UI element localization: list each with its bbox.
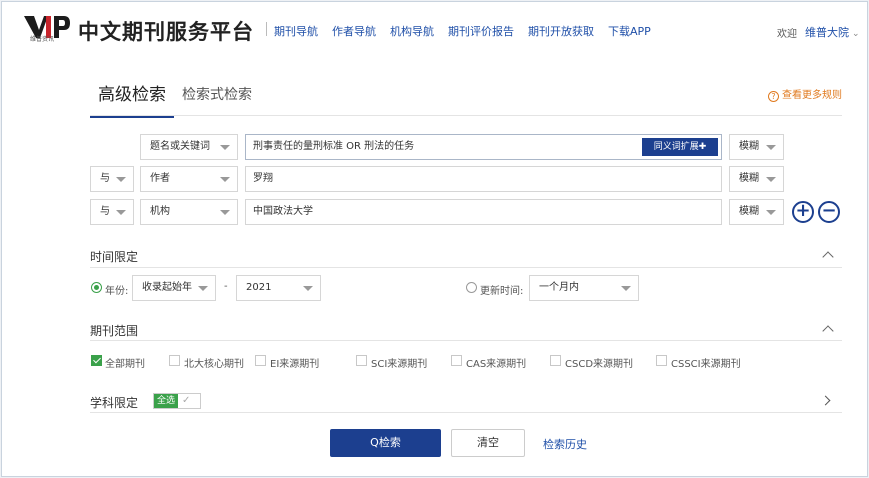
field-select-1[interactable]: 题名或关键词 [140, 134, 238, 160]
nav-institution[interactable]: 机构导航 [390, 23, 434, 39]
top-header: 维普资讯 中文期刊服务平台 期刊导航 作者导航 机构导航 期刊评价报告 期刊开放… [2, 2, 867, 60]
checkbox-cscd-label[interactable]: CSCD来源期刊 [565, 355, 633, 370]
match-select-3-value: 模糊 [739, 206, 759, 217]
match-select-2[interactable]: 模糊 [729, 166, 784, 192]
checkbox-pku-core[interactable] [169, 355, 180, 366]
checkbox-cssci[interactable] [656, 355, 667, 366]
bool-select-2-value: 与 [100, 173, 110, 184]
year-to-value: 2021 [246, 282, 272, 293]
search-input-3-value: 中国政法大学 [253, 206, 313, 217]
advanced-search-panel: 高级检索 检索式检索 ? 查看更多规则 题名或关键词 刑事责任的量刑标准 OR 刑… [2, 60, 867, 476]
match-select-1-value: 模糊 [739, 141, 759, 152]
check-icon: ✓ [182, 395, 191, 406]
bool-select-3-value: 与 [100, 206, 110, 217]
checkbox-cssci-label[interactable]: CSSCI来源期刊 [671, 355, 741, 370]
year-radio[interactable] [91, 282, 102, 293]
checkbox-pku-core-label[interactable]: 北大核心期刊 [184, 355, 244, 370]
checkbox-sci-label[interactable]: SCI来源期刊 [371, 355, 427, 370]
divider [90, 412, 842, 413]
tab-advanced-search[interactable]: 高级检索 [90, 80, 174, 118]
user-menu[interactable]: 维普大院 ⌄ [805, 24, 860, 40]
chevron-down-icon [766, 177, 776, 182]
user-name: 维普大院 [805, 26, 849, 39]
year-label: 年份: [105, 286, 129, 297]
nav-divider [266, 22, 267, 36]
year-range-dash: - [224, 281, 228, 292]
chevron-down-icon [116, 210, 126, 215]
add-row-button[interactable]: + [792, 201, 814, 223]
site-title[interactable]: 中文期刊服务平台 [78, 16, 254, 46]
select-all-label: 全选 [154, 394, 178, 408]
synonym-expand-button[interactable]: 同义词扩展✚ [642, 138, 718, 156]
checkbox-ei-label[interactable]: EI来源期刊 [270, 355, 319, 370]
nav-author[interactable]: 作者导航 [332, 23, 376, 39]
update-time-label: 更新时间: [480, 286, 524, 297]
chevron-down-icon [621, 286, 631, 291]
question-icon: ? [768, 91, 779, 102]
clear-button[interactable]: 清空 [451, 429, 525, 457]
chevron-down-icon [766, 145, 776, 150]
year-to-select[interactable]: 2021 [236, 275, 321, 301]
search-tabs: 高级检索 检索式检索 ? 查看更多规则 [90, 76, 842, 118]
search-input-2-value: 罗翔 [253, 173, 273, 184]
app-window: 维普资讯 中文期刊服务平台 期刊导航 作者导航 机构导航 期刊评价报告 期刊开放… [1, 1, 868, 477]
chevron-up-icon[interactable] [822, 325, 834, 337]
more-rules-label: 查看更多规则 [782, 90, 842, 101]
chevron-down-icon [303, 286, 313, 291]
nav-open-access[interactable]: 期刊开放获取 [528, 23, 594, 39]
nav-journal[interactable]: 期刊导航 [274, 23, 318, 39]
remove-row-button[interactable]: − [818, 201, 840, 223]
field-select-3-value: 机构 [150, 206, 170, 217]
search-button[interactable]: Q检索 [330, 429, 441, 457]
divider [90, 340, 842, 341]
search-input-2[interactable]: 罗翔 [245, 166, 722, 192]
chevron-down-icon [198, 286, 208, 291]
checkbox-cscd[interactable] [550, 355, 561, 366]
checkbox-sci[interactable] [356, 355, 367, 366]
update-time-radio[interactable] [466, 282, 477, 293]
nav-evaluation-report[interactable]: 期刊评价报告 [448, 23, 514, 39]
search-input-3[interactable]: 中国政法大学 [245, 199, 722, 225]
journal-section-title: 期刊范围 [90, 324, 139, 338]
tab-expression-search[interactable]: 检索式检索 [182, 84, 252, 104]
bool-select-3[interactable]: 与 [90, 199, 134, 225]
chevron-down-icon [220, 177, 230, 182]
search-history-link[interactable]: 检索历史 [543, 436, 587, 452]
chevron-right-icon[interactable] [820, 395, 831, 406]
subject-select-all-toggle[interactable]: 全选 ✓ [153, 393, 201, 409]
more-rules-link[interactable]: ? 查看更多规则 [768, 86, 842, 102]
chevron-up-icon[interactable] [822, 251, 834, 263]
field-select-1-value: 题名或关键词 [150, 141, 210, 152]
chevron-down-icon [220, 210, 230, 215]
chevron-down-icon [116, 177, 126, 182]
checkbox-all-journals-label[interactable]: 全部期刊 [105, 355, 145, 370]
checkbox-cas[interactable] [451, 355, 462, 366]
search-input-1-value: 刑事责任的量刑标准 OR 刑法的任务 [253, 141, 415, 152]
search-input-1[interactable]: 刑事责任的量刑标准 OR 刑法的任务 同义词扩展✚ [245, 134, 722, 160]
checkbox-cas-label[interactable]: CAS来源期刊 [466, 355, 526, 370]
chevron-down-icon [766, 210, 776, 215]
checkbox-all-journals[interactable] [91, 355, 102, 366]
field-select-2-value: 作者 [150, 173, 170, 184]
checkbox-ei[interactable] [255, 355, 266, 366]
match-select-3[interactable]: 模糊 [729, 199, 784, 225]
chevron-down-icon [220, 145, 230, 150]
nav-download-app[interactable]: 下载APP [608, 23, 651, 39]
chevron-down-icon: ⌄ [852, 29, 860, 39]
subject-section-title: 学科限定 [90, 396, 139, 410]
match-select-2-value: 模糊 [739, 173, 759, 184]
field-select-2[interactable]: 作者 [140, 166, 238, 192]
bool-select-2[interactable]: 与 [90, 166, 134, 192]
year-from-value: 收录起始年 [142, 282, 192, 293]
welcome-text: 欢迎 [777, 29, 797, 40]
main-nav: 期刊导航 作者导航 机构导航 期刊评价报告 期刊开放获取 下载APP [274, 23, 665, 39]
match-select-1[interactable]: 模糊 [729, 134, 784, 160]
year-from-select[interactable]: 收录起始年 [132, 275, 216, 301]
update-time-value: 一个月内 [539, 282, 579, 293]
logo-subtitle: 维普资讯 [30, 36, 55, 43]
update-time-select[interactable]: 一个月内 [529, 275, 639, 301]
divider [90, 267, 842, 268]
field-select-3[interactable]: 机构 [140, 199, 238, 225]
time-section-title: 时间限定 [90, 250, 139, 264]
